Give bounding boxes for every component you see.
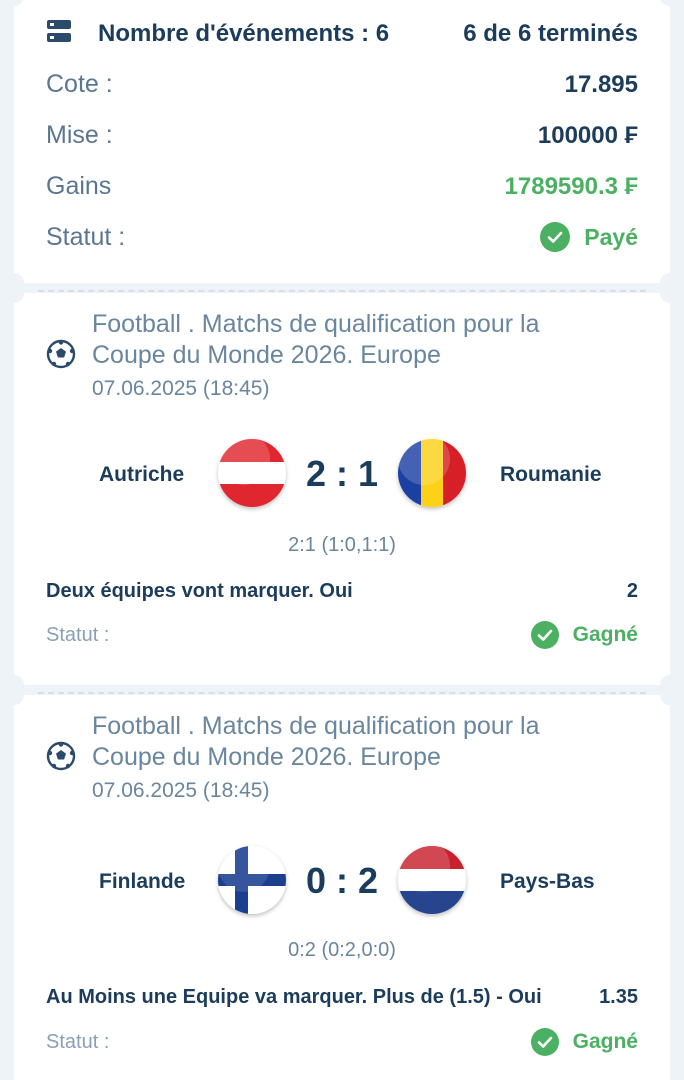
events-count-row: Nombre d'événements : 6 6 de 6 terminés — [46, 18, 638, 49]
score-detail: 0:2 (0:2,0:0) — [288, 939, 396, 961]
match-score: 2 : 1 — [305, 453, 379, 494]
event-header: Football . Matchs de qualification pour … — [46, 711, 630, 803]
odds-value: 17.895 — [564, 70, 638, 98]
ticket-notch — [660, 0, 680, 6]
winnings-label: Gains — [46, 172, 112, 200]
away-team-name: Roumanie — [500, 463, 602, 486]
bet-odds: 2 — [626, 580, 638, 602]
event-date: 07.06.2025 (18:45) — [92, 779, 270, 802]
score-detail: 2:1 (1:0,1:1) — [288, 534, 396, 556]
odds-row: Cote : 17.895 — [46, 70, 638, 99]
status-value: Payé — [584, 223, 638, 250]
football-icon — [46, 741, 76, 771]
stake-label: Mise : — [46, 121, 113, 149]
event-status-row: Statut : Gagné — [46, 621, 638, 649]
ticket-notch — [4, 0, 24, 6]
romania-flag-icon — [398, 439, 466, 507]
winnings-value: 1789590.3 ₣ — [504, 172, 638, 200]
stake-row: Mise : 100000 ₣ — [46, 121, 638, 150]
ticket-divider — [38, 290, 646, 292]
check-circle-icon — [540, 222, 571, 252]
events-completed: 6 de 6 terminés — [463, 19, 638, 47]
odds-label: Cote : — [46, 70, 113, 98]
event-status-row: Statut : Gagné — [46, 1028, 638, 1056]
match-score: 0 : 2 — [305, 860, 379, 901]
event-status-label: Statut : — [46, 623, 110, 646]
bet-odds: 1.35 — [599, 986, 638, 1008]
event-status-badge: Gagné — [530, 1028, 638, 1056]
status-label: Statut : — [46, 222, 126, 251]
bet-summary-card: Nombre d'événements : 6 6 de 6 terminés … — [4, 0, 680, 293]
event-status-value: Gagné — [572, 1030, 638, 1053]
event-header: Football . Matchs de qualification pour … — [46, 309, 630, 401]
status-badge: Payé — [540, 222, 638, 252]
event-status-value: Gagné — [572, 623, 638, 646]
away-team-name: Pays-Bas — [500, 870, 595, 893]
finland-flag-icon — [218, 846, 286, 914]
check-circle-icon — [530, 621, 559, 649]
winnings-row: Gains 1789590.3 ₣ — [46, 172, 638, 201]
check-circle-icon — [530, 1028, 559, 1056]
home-team-name: Autriche — [99, 463, 185, 486]
league-name[interactable]: Football . Matchs de qualification pour … — [92, 711, 539, 773]
austria-flag-icon — [218, 439, 286, 507]
ticket-divider — [38, 692, 646, 694]
event-card: Football . Matchs de qualification pour … — [4, 685, 680, 1080]
ticket-notch — [4, 283, 24, 303]
event-status-badge: Gagné — [530, 621, 638, 649]
events-count-label: Nombre d'événements : 6 — [98, 19, 390, 47]
list-icon — [46, 18, 72, 49]
ticket-notch — [660, 685, 680, 705]
status-row: Statut : Payé — [46, 222, 638, 252]
league-name[interactable]: Football . Matchs de qualification pour … — [92, 309, 539, 371]
event-date: 07.06.2025 (18:45) — [92, 377, 270, 400]
stake-value: 100000 ₣ — [537, 121, 638, 149]
netherlands-flag-icon — [398, 846, 466, 914]
event-card: Football . Matchs de qualification pour … — [4, 283, 680, 695]
ticket-notch — [4, 685, 24, 705]
bet-market-row: Au Moins une Equipe va marquer. Plus de … — [46, 986, 638, 1009]
bet-market: Au Moins une Equipe va marquer. Plus de … — [46, 986, 542, 1008]
bet-market: Deux équipes vont marquer. Oui — [46, 580, 353, 602]
football-icon — [46, 339, 76, 369]
home-team-name: Finlande — [99, 870, 186, 893]
bet-market-row: Deux équipes vont marquer. Oui 2 — [46, 580, 638, 603]
ticket-notch — [660, 283, 680, 303]
event-status-label: Statut : — [46, 1030, 110, 1053]
